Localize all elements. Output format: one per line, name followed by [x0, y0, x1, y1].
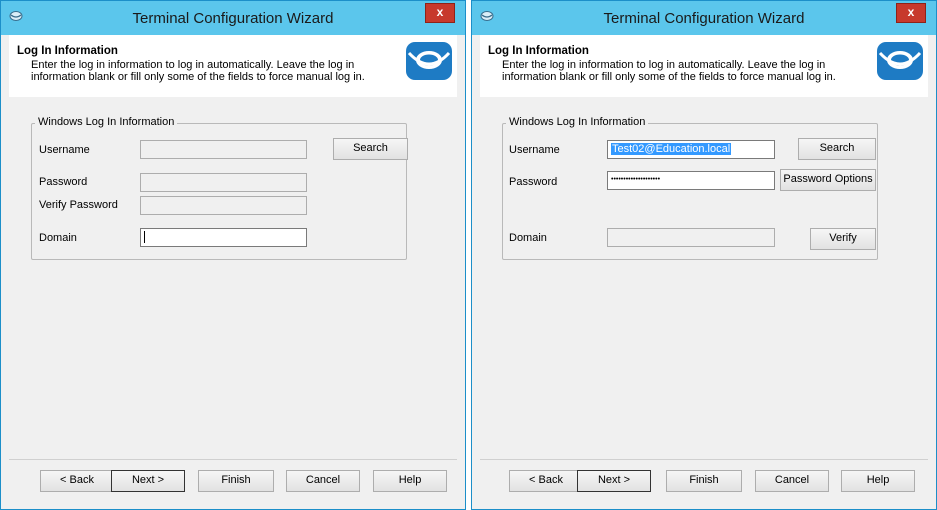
finish-button[interactable]: Finish	[666, 470, 742, 492]
password-field[interactable]	[140, 173, 307, 192]
wizard-window-left: Terminal Configuration Wizard x Log In I…	[0, 0, 466, 510]
domain-field[interactable]	[607, 228, 775, 247]
cancel-button[interactable]: Cancel	[755, 470, 829, 492]
username-field[interactable]: Test02@Education.local	[607, 140, 775, 159]
search-button[interactable]: Search	[798, 138, 876, 160]
verify-password-label: Verify Password	[39, 199, 118, 211]
window-title: Terminal Configuration Wizard	[603, 10, 805, 27]
domain-field[interactable]	[140, 228, 307, 247]
verify-button[interactable]: Verify	[810, 228, 876, 250]
thinman-logo-icon	[406, 42, 452, 80]
groupbox-label: Windows Log In Information	[506, 116, 649, 128]
domain-label: Domain	[39, 232, 77, 244]
next-button[interactable]: Next >	[577, 470, 651, 492]
wizard-header: Log In Information Enter the log in info…	[9, 35, 457, 98]
thinman-logo-icon	[877, 42, 923, 80]
search-button[interactable]: Search	[333, 138, 408, 160]
title-bar[interactable]: Terminal Configuration Wizard x	[472, 1, 936, 35]
username-selected-text: Test02@Education.local	[611, 143, 732, 155]
username-label: Username	[509, 144, 560, 156]
footer-separator	[480, 459, 928, 460]
header-title: Log In Information	[17, 45, 118, 57]
password-label: Password	[509, 176, 558, 188]
next-button[interactable]: Next >	[111, 470, 185, 492]
cancel-button[interactable]: Cancel	[286, 470, 360, 492]
help-button[interactable]: Help	[373, 470, 447, 492]
password-options-button[interactable]: Password Options	[780, 169, 876, 191]
wizard-window-right: Terminal Configuration Wizard x Log In I…	[471, 0, 937, 510]
header-description: Enter the log in information to log in a…	[502, 59, 836, 83]
help-button[interactable]: Help	[841, 470, 915, 492]
domain-label: Domain	[509, 232, 547, 244]
header-description: Enter the log in information to log in a…	[31, 59, 365, 83]
verify-password-field[interactable]	[140, 196, 307, 215]
close-button[interactable]: x	[425, 3, 455, 23]
window-title: Terminal Configuration Wizard	[132, 10, 334, 27]
wizard-header: Log In Information Enter the log in info…	[480, 35, 928, 98]
groupbox-label: Windows Log In Information	[35, 116, 178, 128]
close-button[interactable]: x	[896, 3, 926, 23]
text-caret	[144, 231, 145, 244]
password-field[interactable]: ••••••••••••••••••••	[607, 171, 775, 190]
username-label: Username	[39, 144, 90, 156]
back-button[interactable]: < Back	[40, 470, 114, 492]
header-title: Log In Information	[488, 45, 589, 57]
username-field[interactable]	[140, 140, 307, 159]
footer-separator	[9, 459, 457, 460]
back-button[interactable]: < Back	[509, 470, 583, 492]
finish-button[interactable]: Finish	[198, 470, 274, 492]
password-label: Password	[39, 176, 88, 188]
title-bar[interactable]: Terminal Configuration Wizard x	[1, 1, 465, 35]
